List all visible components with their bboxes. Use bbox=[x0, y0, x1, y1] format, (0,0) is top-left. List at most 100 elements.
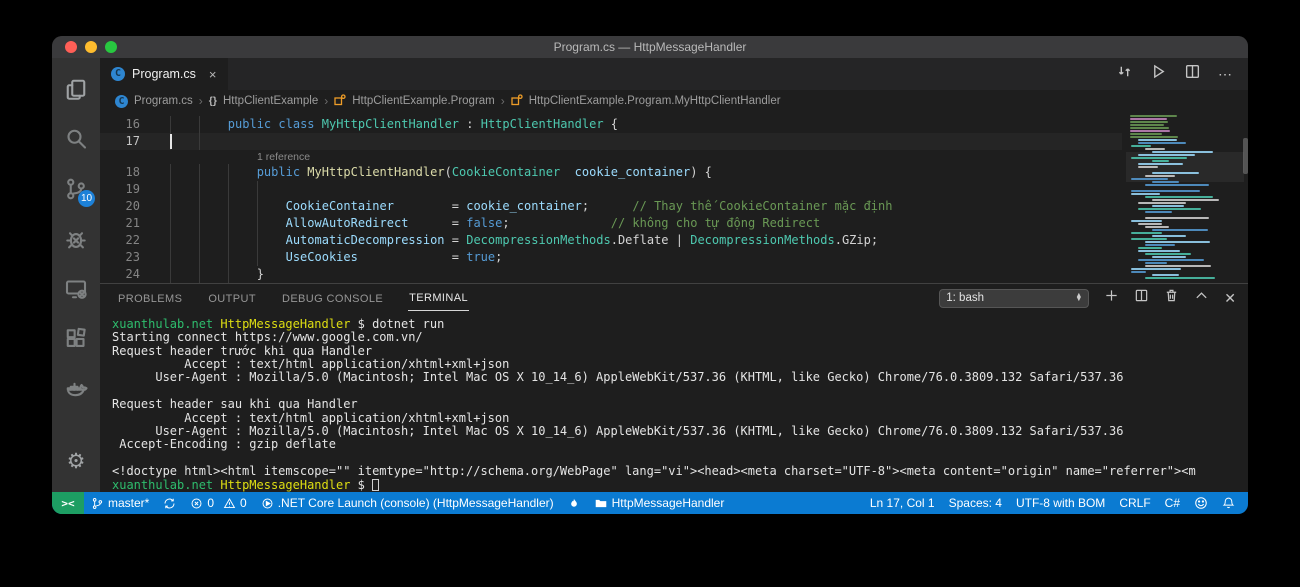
tab-program-cs[interactable]: C Program.cs × bbox=[100, 58, 229, 90]
line-number: 20 bbox=[125, 199, 140, 213]
code-line-24[interactable]: 24 } bbox=[100, 266, 1122, 283]
encoding[interactable]: UTF-8 with BOM bbox=[1009, 492, 1112, 514]
close-window-button[interactable] bbox=[65, 41, 77, 53]
code-line-20[interactable]: 20 CookieContainer = cookie_container; /… bbox=[100, 198, 1122, 215]
indentation[interactable]: Spaces: 4 bbox=[942, 492, 1009, 514]
tab-debug-console[interactable]: DEBUG CONSOLE bbox=[281, 286, 384, 311]
remote-indicator[interactable]: >< bbox=[52, 492, 84, 514]
explorer-icon[interactable] bbox=[52, 64, 100, 114]
more-actions-icon[interactable]: ⋯ bbox=[1218, 66, 1233, 83]
maximize-panel-icon[interactable] bbox=[1194, 288, 1209, 308]
debug-launch-item[interactable]: .NET Core Launch (console) (HttpMessageH… bbox=[254, 492, 561, 514]
indent-guide bbox=[198, 198, 200, 215]
cursor-position[interactable]: Ln 17, Col 1 bbox=[863, 492, 942, 514]
extensions-icon[interactable] bbox=[52, 314, 100, 364]
feedback-smiley-icon[interactable] bbox=[1187, 492, 1215, 514]
csharp-file-icon: C bbox=[115, 94, 128, 108]
flame-item[interactable] bbox=[561, 492, 587, 514]
indent-guide bbox=[256, 215, 258, 232]
code-line-21[interactable]: 21 AllowAutoRedirect = false; // không c… bbox=[100, 215, 1122, 232]
terminal-line: Accept : text/html application/xhtml+xml… bbox=[112, 357, 510, 372]
close-panel-icon[interactable]: ✕ bbox=[1224, 290, 1236, 307]
tab-output[interactable]: OUTPUT bbox=[207, 286, 257, 311]
indent-guide bbox=[198, 266, 200, 283]
sync-icon bbox=[164, 498, 175, 508]
window-title: Program.cs — HttpMessageHandler bbox=[553, 40, 747, 54]
debug-icon[interactable] bbox=[52, 214, 100, 264]
indent-guide bbox=[170, 232, 171, 249]
line-number: 18 bbox=[125, 165, 140, 179]
remote-explorer-icon[interactable] bbox=[52, 264, 100, 314]
terminal-line: Accept : text/html application/xhtml+xml… bbox=[112, 410, 510, 425]
gear-icon[interactable]: ⚙ bbox=[52, 436, 100, 486]
tab-label: Program.cs bbox=[132, 67, 196, 81]
status-bar: >< master* 0 0 .NET Core Launch (console… bbox=[52, 492, 1248, 514]
line-number: 23 bbox=[125, 250, 140, 264]
tab-terminal[interactable]: TERMINAL bbox=[408, 285, 469, 312]
code-line-22[interactable]: 22 AutomaticDecompression = Decompressio… bbox=[100, 232, 1122, 249]
terminal-line: Request header trước khi qua Handler bbox=[112, 343, 373, 358]
terminal-line: xuanthulab.net HttpMessageHandler $ dotn… bbox=[112, 316, 445, 331]
vscode-window: Program.cs — HttpMessageHandler 10 ⚙ C P… bbox=[52, 36, 1248, 514]
breadcrumb-member[interactable]: HttpClientExample.Program.MyHttpClientHa… bbox=[529, 95, 781, 107]
source-control-icon[interactable]: 10 bbox=[52, 164, 100, 214]
minimap[interactable] bbox=[1126, 112, 1244, 283]
split-terminal-icon[interactable] bbox=[1134, 288, 1149, 308]
folder-item[interactable]: HttpMessageHandler bbox=[587, 492, 732, 514]
indent-guide bbox=[198, 249, 200, 266]
kill-terminal-icon[interactable] bbox=[1164, 288, 1179, 308]
breadcrumb-namespace[interactable]: HttpClientExample bbox=[223, 95, 318, 107]
problems-item[interactable]: 0 0 bbox=[183, 492, 253, 514]
warning-icon bbox=[223, 497, 236, 508]
breadcrumb-file[interactable]: Program.cs bbox=[134, 95, 193, 107]
code-line-17[interactable]: 17 bbox=[100, 133, 1122, 150]
indent-guide bbox=[198, 116, 200, 133]
debug-config-label: .NET Core Launch (console) (HttpMessageH… bbox=[277, 496, 554, 510]
indent-guide bbox=[170, 215, 171, 232]
indent-guide bbox=[227, 181, 229, 198]
zoom-window-button[interactable] bbox=[105, 41, 117, 53]
split-editor-icon[interactable] bbox=[1184, 63, 1201, 85]
code-editor[interactable]: 16 public class MyHttpClientHandler : Ht… bbox=[100, 112, 1248, 283]
search-icon[interactable] bbox=[52, 114, 100, 164]
scm-badge: 10 bbox=[78, 190, 95, 207]
minimize-window-button[interactable] bbox=[85, 41, 97, 53]
editor-scrollbar[interactable] bbox=[1243, 138, 1248, 174]
terminal-line: User-Agent : Mozilla/5.0 (Macintosh; Int… bbox=[112, 424, 1124, 439]
line-number: 24 bbox=[125, 267, 140, 281]
class-icon bbox=[511, 93, 523, 109]
sync-item[interactable] bbox=[156, 492, 183, 514]
code-line-16[interactable]: 16 public class MyHttpClientHandler : Ht… bbox=[100, 116, 1122, 133]
new-terminal-icon[interactable] bbox=[1104, 288, 1119, 308]
tab-close-icon[interactable]: × bbox=[209, 67, 217, 82]
flame-icon bbox=[570, 498, 577, 507]
language-mode[interactable]: C# bbox=[1158, 492, 1187, 514]
open-changes-icon[interactable] bbox=[1116, 63, 1133, 85]
folder-icon bbox=[595, 499, 606, 507]
notifications-bell-icon[interactable] bbox=[1215, 492, 1242, 514]
title-bar[interactable]: Program.cs — HttpMessageHandler bbox=[52, 36, 1248, 58]
git-branch-item[interactable]: master* bbox=[84, 492, 156, 514]
indent-guide bbox=[198, 181, 200, 198]
breadcrumb-class[interactable]: HttpClientExample.Program bbox=[352, 95, 495, 107]
indent-guide bbox=[198, 133, 200, 150]
code-line-19[interactable]: 19 bbox=[100, 181, 1122, 198]
tab-problems[interactable]: PROBLEMS bbox=[117, 286, 183, 311]
select-arrows-icon: ▲ ▼ bbox=[1075, 292, 1083, 304]
indent-guide bbox=[198, 164, 200, 181]
traffic-lights bbox=[65, 36, 117, 58]
indent-guide bbox=[170, 116, 171, 133]
branch-name: master* bbox=[108, 496, 150, 510]
terminal-output[interactable]: xuanthulab.net HttpMessageHandler $ dotn… bbox=[100, 313, 1248, 492]
eol-sequence[interactable]: CRLF bbox=[1112, 492, 1157, 514]
code-line-23[interactable]: 23 UseCookies = true; bbox=[100, 249, 1122, 266]
docker-icon[interactable] bbox=[52, 364, 100, 414]
run-icon[interactable] bbox=[1150, 63, 1167, 85]
folder-label: HttpMessageHandler bbox=[611, 496, 725, 510]
error-count: 0 bbox=[207, 496, 215, 510]
codelens-references[interactable]: 1 reference bbox=[100, 150, 1122, 164]
breadcrumb: C Program.cs › {} HttpClientExample › Ht… bbox=[100, 90, 1248, 112]
code-line-18[interactable]: 18 public MyHttpClientHandler(CookieCont… bbox=[100, 164, 1122, 181]
terminal-select[interactable]: 1: bash ▲ ▼ bbox=[939, 288, 1090, 308]
indent-guide bbox=[227, 198, 229, 215]
